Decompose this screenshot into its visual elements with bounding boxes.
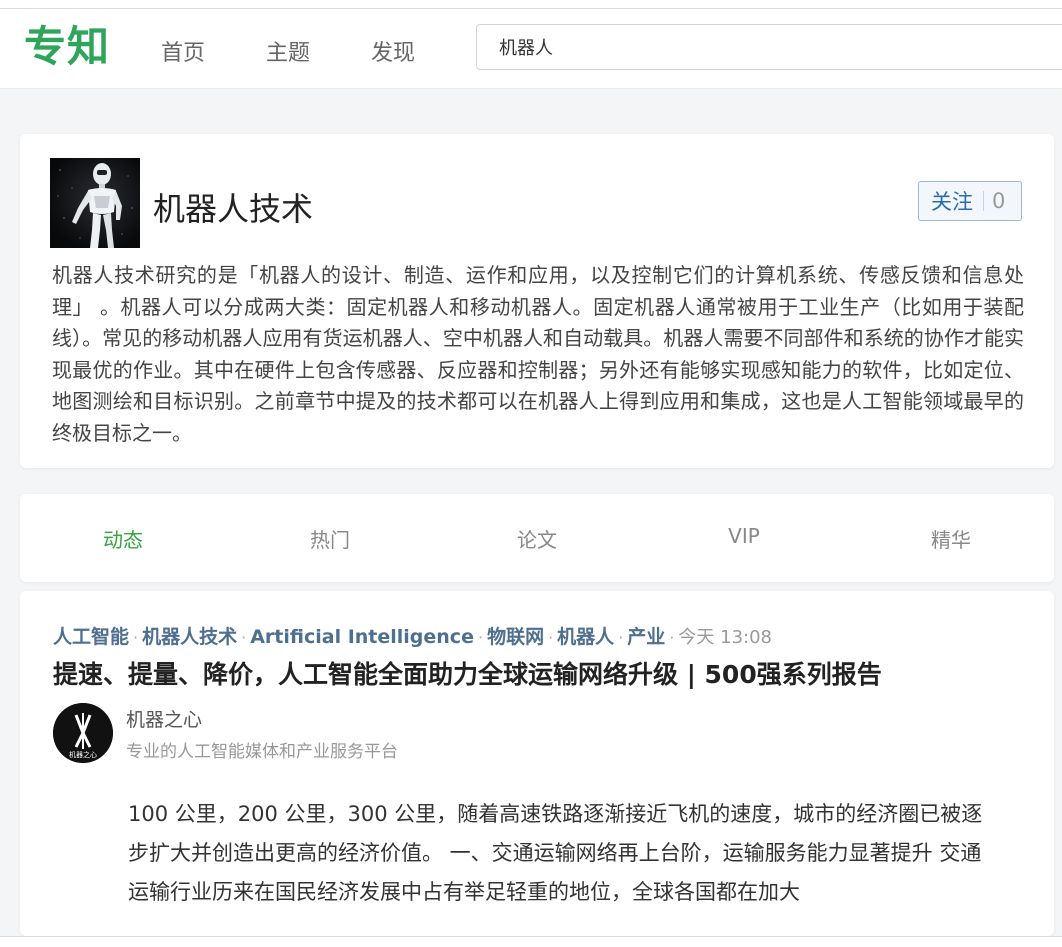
article-title[interactable]: 提速、提量、降价，人工智能全面助力全球运输网络升级 | 500强系列报告: [53, 655, 882, 691]
tab-dynamics[interactable]: 动态: [103, 524, 143, 553]
tag-separator: ·: [548, 628, 554, 647]
topic-description: 机器人技术研究的是「机器人的设计、制造、运作和应用，以及控制它们的计算机系统、传…: [52, 263, 1024, 445]
site-logo[interactable]: 专知: [24, 21, 110, 73]
author-bio: 专业的人工智能媒体和产业服务平台: [126, 742, 398, 762]
window-bottom-border: [0, 936, 1062, 947]
author-avatar[interactable]: 机器之心: [53, 703, 113, 763]
topic-title: 机器人技术: [153, 190, 314, 228]
tab-hot[interactable]: 热门: [310, 524, 350, 553]
follow-label: 关注: [931, 190, 973, 214]
tag-link[interactable]: 物联网: [487, 626, 544, 648]
article-tags: 人工智能 · 机器人技术 · Artificial Intelligence · 物联网 · 机…: [53, 622, 772, 649]
post-time: 今天 13:08: [678, 627, 772, 648]
follow-divider: [983, 191, 984, 211]
follow-count: 0: [992, 189, 1006, 213]
tag-separator: ·: [618, 628, 624, 647]
tab-bar: 动态 热门 论文 VIP 精华: [20, 494, 1054, 582]
window-top-border: [0, 0, 1062, 9]
nav-discover[interactable]: 发现: [371, 35, 415, 67]
topic-avatar: [50, 158, 140, 248]
tag-link[interactable]: 产业: [627, 626, 665, 648]
article-excerpt[interactable]: 100 公里，200 公里，300 公里，随着高速铁路逐渐接近飞机的速度，城市的…: [128, 795, 998, 912]
tag-separator: ·: [477, 628, 484, 647]
tag-link[interactable]: Artificial Intelligence: [250, 626, 474, 648]
tab-papers[interactable]: 论文: [517, 524, 557, 553]
nav-home[interactable]: 首页: [161, 35, 205, 67]
tab-vip[interactable]: VIP: [728, 524, 760, 548]
tag-separator: ·: [241, 628, 247, 647]
tag-link[interactable]: 人工智能: [53, 626, 129, 648]
feed-item: 人工智能 · 机器人技术 · Artificial Intelligence · 物联网 · 机…: [20, 591, 1054, 936]
search-input[interactable]: [476, 24, 1062, 70]
topic-card: 机器人技术 关注 0 机器人技术研究的是「机器人的设计、制造、运作和应用，以及控…: [20, 134, 1054, 468]
tab-featured[interactable]: 精华: [931, 524, 971, 553]
tag-separator: ·: [669, 628, 675, 647]
tag-link[interactable]: 机器人: [557, 626, 614, 648]
follow-button[interactable]: 关注 0: [918, 181, 1022, 221]
site-header: 专知 首页 主题 发现: [0, 9, 1062, 89]
author-name[interactable]: 机器之心: [126, 705, 202, 732]
nav-topics[interactable]: 主题: [266, 35, 310, 67]
tag-separator: ·: [133, 628, 139, 647]
tag-link[interactable]: 机器人技术: [142, 626, 237, 648]
author-logo-text: 机器之心: [69, 750, 97, 759]
